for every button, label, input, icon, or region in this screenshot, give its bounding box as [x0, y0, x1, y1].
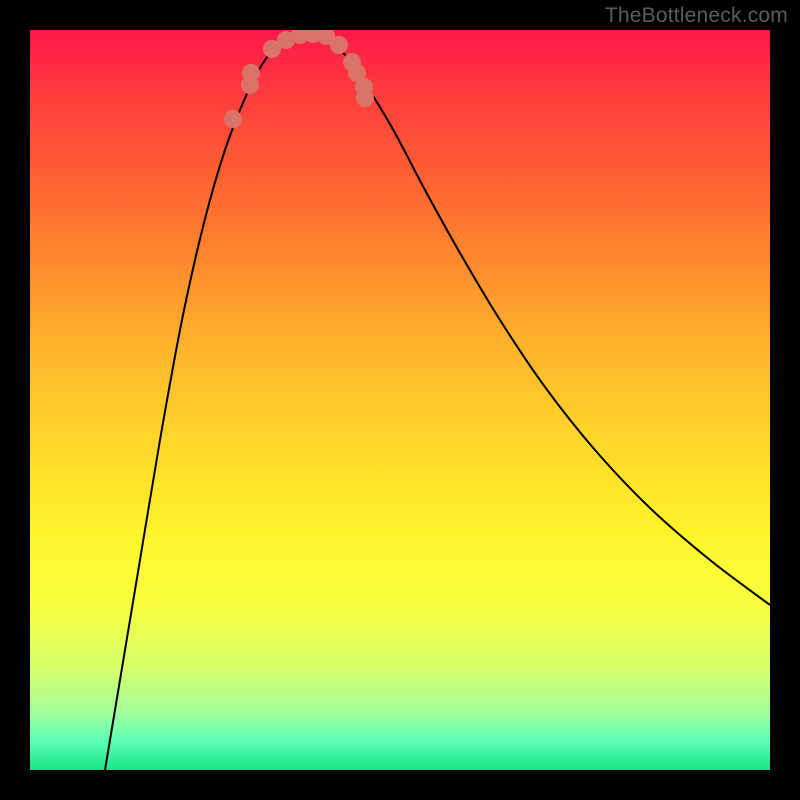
curve-left-curve [105, 32, 310, 770]
curve-svg [30, 30, 770, 770]
curve-right-curve [310, 32, 770, 605]
plot-area [30, 30, 770, 770]
data-marker [330, 36, 348, 54]
data-marker [224, 110, 242, 128]
chart-frame: TheBottleneck.com [0, 0, 800, 800]
data-marker [242, 64, 260, 82]
watermark-text: TheBottleneck.com [605, 4, 788, 28]
data-marker [356, 89, 374, 107]
